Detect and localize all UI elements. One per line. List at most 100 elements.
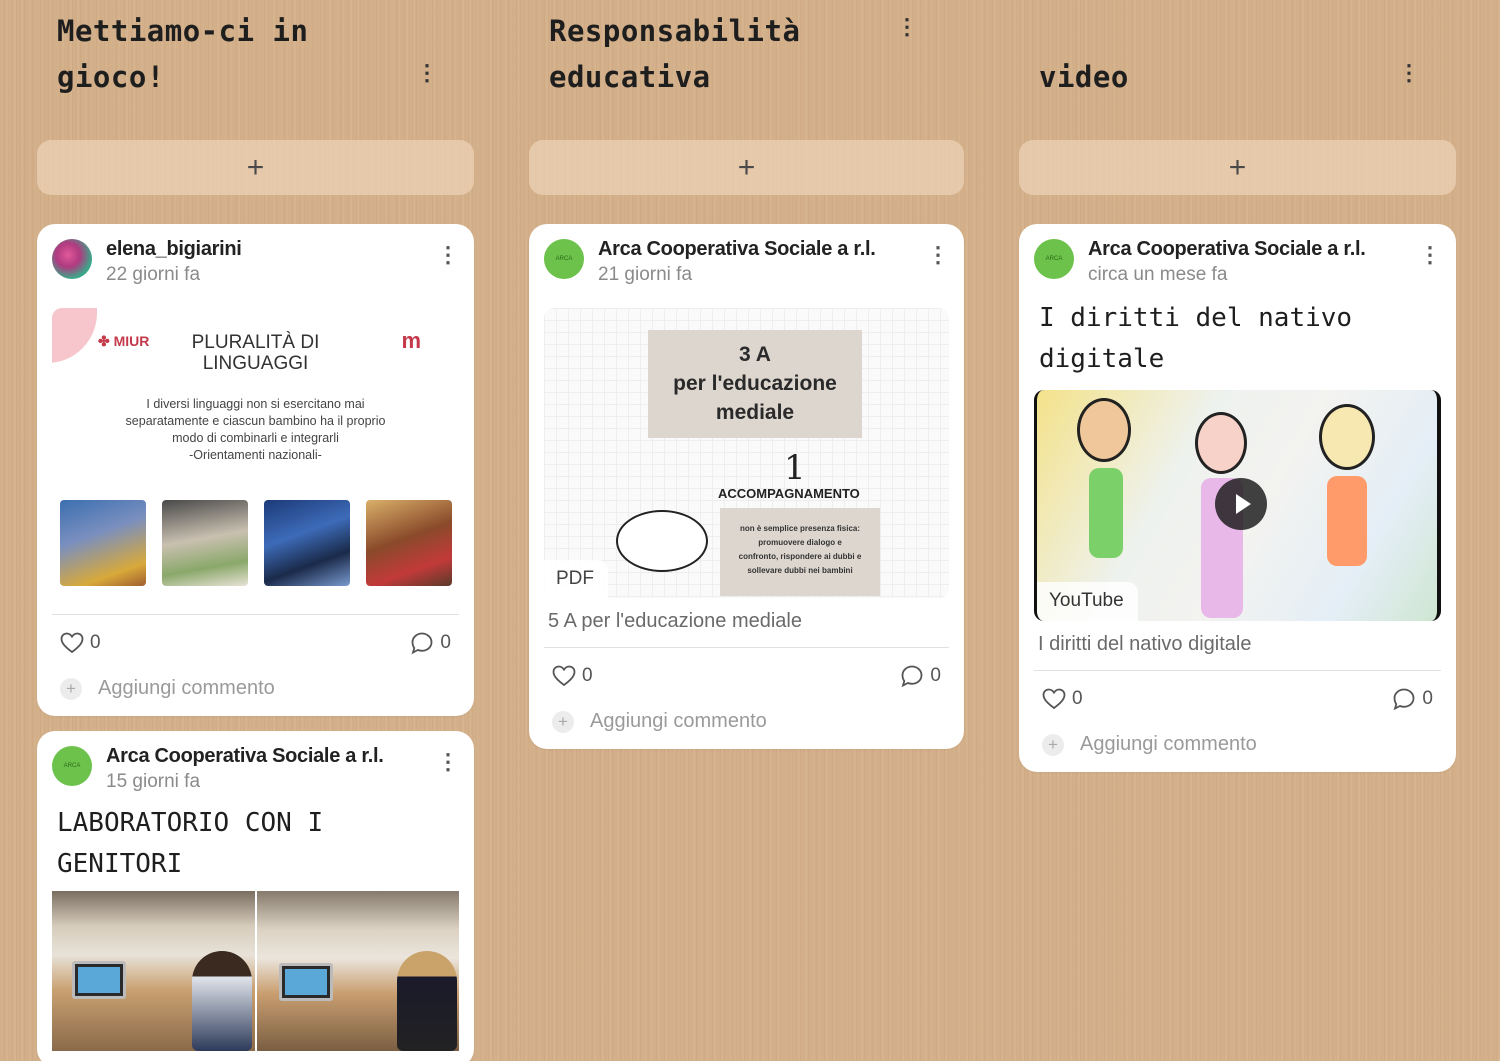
comment-button[interactable]: 0: [900, 664, 941, 688]
divider: [544, 647, 949, 648]
kebab-menu-icon[interactable]: ⋮: [896, 16, 918, 38]
like-button[interactable]: 0: [60, 632, 101, 654]
post-timestamp: 15 giorni fa: [106, 771, 201, 792]
column-video: video ⋮ + ARCA Arca Cooperativa Sociale …: [1019, 0, 1456, 772]
heart-icon: [552, 665, 576, 687]
pdf-section-line: promuovere dialogo e: [758, 538, 842, 547]
post-author[interactable]: Arca Cooperativa Sociale a r.l.: [1088, 236, 1366, 262]
pdf-title-line: mediale: [715, 401, 795, 424]
photo-thumbnail: [366, 500, 452, 586]
column-title: Responsabilità educativa: [549, 8, 800, 100]
kebab-menu-icon[interactable]: ⋮: [437, 751, 459, 773]
add-post-button[interactable]: +: [1019, 140, 1456, 195]
person-shape: [192, 951, 252, 1051]
post-card[interactable]: ARCA Arca Cooperativa Sociale a r.l. cir…: [1019, 224, 1456, 772]
pdf-section-line: non è semplice presenza fisica:: [739, 524, 861, 533]
post-title-line: GENITORI: [57, 849, 183, 879]
kebab-menu-icon[interactable]: ⋮: [1398, 62, 1420, 84]
laptop-shape: [278, 963, 333, 1001]
divider: [1034, 670, 1441, 671]
speech-bubble-icon: [616, 510, 708, 572]
post-title-line: LABORATORIO CON I: [57, 808, 324, 838]
comment-count: 0: [1422, 688, 1433, 709]
post-timestamp: circa un mese fa: [1088, 264, 1228, 285]
pdf-number: 1: [784, 448, 806, 488]
photo-thumbnail: [162, 500, 248, 586]
post-card[interactable]: ARCA Arca Cooperativa Sociale a r.l. 15 …: [37, 731, 474, 1061]
comment-bubble-icon: [411, 632, 433, 655]
plus-circle-icon: +: [60, 677, 82, 700]
video-attachment[interactable]: YouTube: [1034, 390, 1441, 621]
pdf-title-line: 3 A: [739, 343, 771, 366]
add-comment-field[interactable]: + Aggiungi commento: [1034, 733, 1441, 756]
pdf-section-title: ACCOMPAGNAMENTO: [718, 486, 860, 501]
kebab-menu-icon[interactable]: ⋮: [437, 244, 459, 266]
column-title: Mettiamo-ci in gioco!: [57, 14, 309, 94]
post-header: elena_bigiarini 22 giorni fa ⋮: [52, 236, 459, 290]
post-author[interactable]: Arca Cooperativa Sociale a r.l.: [106, 743, 384, 769]
image-quote-line: -Orientamenti nazionali-: [189, 448, 322, 462]
avatar[interactable]: ARCA: [52, 746, 92, 786]
post-author[interactable]: elena_bigiarini: [106, 236, 242, 262]
image-attachment[interactable]: ✤ MIUR m PLURALITÀ DI LINGUAGGI I divers…: [52, 308, 459, 598]
column-title: video: [1039, 60, 1129, 94]
comment-button[interactable]: 0: [1392, 687, 1433, 711]
post-header: ARCA Arca Cooperativa Sociale a r.l. 21 …: [544, 236, 949, 290]
comment-bubble-icon: [1393, 688, 1415, 711]
heart-icon: [1042, 688, 1066, 710]
photo-thumbnail: [52, 891, 255, 1051]
pdf-title-line: per l'educazione: [673, 372, 837, 395]
avatar[interactable]: [52, 239, 92, 279]
add-comment-field[interactable]: + Aggiungi commento: [544, 710, 949, 733]
photo-thumbnail: [264, 500, 350, 586]
avatar[interactable]: ARCA: [544, 239, 584, 279]
play-icon[interactable]: [1215, 478, 1267, 530]
attachment-caption[interactable]: 5 A per l'educazione mediale: [548, 610, 949, 633]
like-button[interactable]: 0: [1042, 688, 1083, 710]
image-heading-line: PLURALITÀ DI: [191, 332, 320, 353]
add-post-button[interactable]: +: [37, 140, 474, 195]
column-title-line: Responsabilità: [549, 14, 801, 48]
post-author[interactable]: Arca Cooperativa Sociale a r.l.: [598, 236, 876, 262]
post-title: LABORATORIO CON I GENITORI: [57, 803, 459, 885]
pdf-title: 3 A per l'educazione mediale: [648, 340, 862, 427]
column-mettiamo-ci-in-gioco: Mettiamo-ci in gioco! ⋮ + elena_bigiarin…: [37, 0, 474, 1061]
like-count: 0: [1072, 688, 1083, 709]
attachment-type-label: PDF: [544, 560, 608, 598]
post-card[interactable]: elena_bigiarini 22 giorni fa ⋮ ✤ MIUR m …: [37, 224, 474, 716]
laptop-shape: [72, 961, 126, 999]
column-header: video ⋮: [1019, 0, 1456, 130]
reactions-bar: 0 0: [1034, 687, 1441, 711]
post-title: I diritti del nativo digitale: [1039, 303, 1353, 374]
person-shape: [396, 951, 457, 1051]
comment-placeholder: Aggiungi commento: [98, 677, 275, 699]
post-header: ARCA Arca Cooperativa Sociale a r.l. cir…: [1034, 236, 1441, 290]
post-card[interactable]: ARCA Arca Cooperativa Sociale a r.l. 21 …: [529, 224, 964, 749]
photo-thumbnail: [60, 500, 146, 586]
reactions-bar: 0 0: [544, 664, 949, 688]
like-button[interactable]: 0: [552, 665, 593, 687]
reactions-bar: 0 0: [52, 631, 459, 655]
pdf-section-line: confronto, rispondere ai dubbi e: [738, 552, 862, 561]
image-quote-line: I diversi linguaggi non si esercitano ma…: [146, 397, 365, 411]
attachment-caption[interactable]: I diritti del nativo digitale: [1038, 633, 1441, 656]
kebab-menu-icon[interactable]: ⋮: [927, 244, 949, 266]
pdf-section-line: sollevare dubbi nei bambini: [747, 566, 853, 575]
kebab-menu-icon[interactable]: ⋮: [1419, 244, 1441, 266]
kebab-menu-icon[interactable]: ⋮: [416, 62, 438, 84]
pdf-attachment[interactable]: 3 A per l'educazione mediale 1 ACCOMPAGN…: [544, 308, 949, 598]
comment-placeholder: Aggiungi commento: [1080, 733, 1257, 755]
image-quote-line: modo di combinarli e integrarli: [172, 431, 339, 445]
add-post-button[interactable]: +: [529, 140, 964, 195]
comment-button[interactable]: 0: [410, 631, 451, 655]
column-header: Responsabilità educativa ⋮: [529, 0, 964, 130]
post-timestamp: 21 giorni fa: [598, 264, 693, 285]
comment-placeholder: Aggiungi commento: [590, 710, 767, 732]
add-comment-field[interactable]: + Aggiungi commento: [52, 677, 459, 700]
heart-icon: [60, 632, 84, 654]
comment-bubble-icon: [901, 665, 923, 688]
image-attachment[interactable]: [52, 891, 459, 1051]
plus-circle-icon: +: [552, 710, 574, 733]
avatar[interactable]: ARCA: [1034, 239, 1074, 279]
image-quote-line: separatamente e ciascun bambino ha il pr…: [125, 414, 386, 428]
